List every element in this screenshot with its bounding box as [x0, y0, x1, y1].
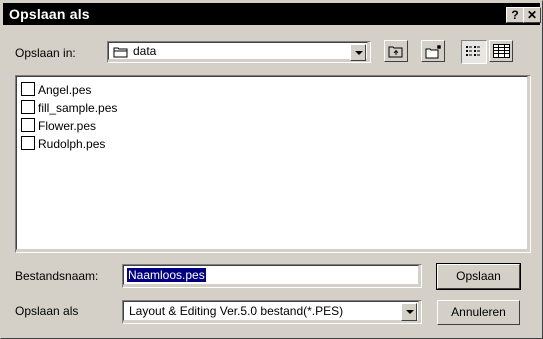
filetype-value: Layout & Editing Ver.5.0 bestand(*.PES) — [129, 304, 344, 318]
pes-file-icon — [21, 118, 35, 132]
file-name: fill_sample.pes — [38, 101, 118, 115]
chevron-down-icon — [355, 51, 363, 55]
up-folder-icon — [388, 44, 404, 61]
save-in-dropdown-button[interactable] — [350, 44, 366, 61]
up-folder-button[interactable] — [384, 40, 408, 62]
filename-field[interactable]: Naamloos.pes — [123, 265, 419, 285]
details-view-button[interactable] — [489, 40, 513, 62]
filetype-combobox[interactable]: Layout & Editing Ver.5.0 bestand(*.PES) — [122, 300, 422, 324]
filetype-label: Opslaan als — [15, 304, 79, 318]
file-name: Angel.pes — [38, 83, 92, 97]
save-in-label: Opslaan in: — [15, 46, 76, 60]
chevron-down-icon — [406, 310, 414, 314]
file-item[interactable]: Angel.pes — [21, 82, 91, 100]
help-button[interactable]: ? — [506, 7, 524, 23]
new-folder-icon — [425, 44, 443, 63]
list-view-button[interactable] — [461, 40, 487, 64]
file-list-frame: Angel.pes fill_sample.pes Flower.pes Rud… — [15, 75, 531, 253]
title-bar: Opslaan als ? ✕ — [3, 3, 541, 25]
cancel-button[interactable]: Annuleren — [437, 300, 520, 325]
list-view-icon — [466, 45, 482, 61]
save-button[interactable]: Opslaan — [436, 263, 521, 290]
save-as-dialog: Opslaan als ? ✕ Opslaan in: data Angel.p… — [0, 0, 543, 339]
close-button[interactable]: ✕ — [523, 7, 541, 23]
save-in-combobox[interactable]: data — [107, 41, 371, 63]
filetype-dropdown-button[interactable] — [401, 303, 417, 321]
file-name: Rudolph.pes — [38, 137, 106, 151]
pes-file-icon — [21, 82, 35, 96]
file-item[interactable]: Rudolph.pes — [21, 136, 105, 154]
new-folder-button[interactable] — [421, 40, 445, 62]
save-in-value: data — [133, 44, 157, 58]
filename-field-frame: Naamloos.pes — [122, 264, 422, 288]
pes-file-icon — [21, 136, 35, 150]
filename-label: Bestandsnaam: — [15, 269, 99, 283]
save-in-label-text: Opslaan in: — [15, 46, 76, 60]
file-item[interactable]: Flower.pes — [21, 118, 96, 136]
pes-file-icon — [21, 100, 35, 114]
details-view-icon — [493, 44, 510, 61]
file-list[interactable]: Angel.pes fill_sample.pes Flower.pes Rud… — [16, 76, 528, 250]
file-name: Flower.pes — [38, 119, 97, 133]
file-item[interactable]: fill_sample.pes — [21, 100, 117, 118]
filename-value: Naamloos.pes — [127, 268, 206, 282]
dialog-title: Opslaan als — [9, 6, 90, 22]
folder-icon — [113, 46, 128, 58]
